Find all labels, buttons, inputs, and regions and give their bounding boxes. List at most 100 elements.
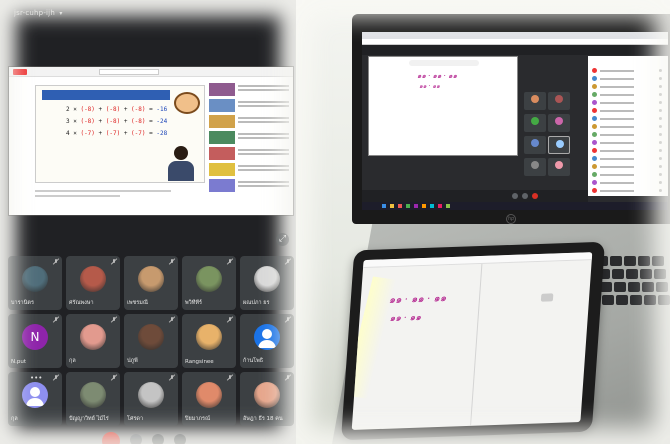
avatar-photo — [254, 382, 280, 408]
tablet: ๑๑ · ๑๑ · ๑๑ ๑๑ · ๑๑ — [340, 241, 606, 441]
video-tile — [524, 114, 546, 132]
participant-name: Rangsinee — [185, 359, 214, 365]
avatar-initial: N — [22, 324, 48, 350]
participant-tile[interactable]: ปิยมาภรณ์ — [182, 372, 236, 426]
taskbar-app-icon — [382, 204, 386, 208]
participant-tile[interactable]: N N.put — [8, 314, 62, 368]
keyboard-key — [612, 269, 624, 279]
keyboard-key — [616, 295, 628, 305]
taskbar-app-icon — [430, 204, 434, 208]
page-divider — [470, 263, 483, 426]
mic-off-icon — [227, 375, 233, 381]
participant-name: ปัญญาวิทย์ ไม้ไร่ — [69, 416, 109, 422]
browser-tab-strip — [362, 32, 668, 39]
meeting-code[interactable]: jsr-cuhp-ijh ▾ — [14, 9, 63, 17]
camera-toggle-button[interactable] — [130, 434, 142, 444]
participant-tile[interactable]: โศรดา — [124, 372, 178, 426]
participant-name: อัษฎา ธีร 18 คน — [243, 416, 283, 422]
participant-tile[interactable]: ••• กุล — [8, 372, 62, 426]
meet-header — [362, 45, 668, 55]
participant-tile[interactable]: ก้านโพธิ — [240, 314, 294, 368]
avatar-photo — [80, 266, 106, 292]
related-video — [209, 179, 289, 192]
avatar-photo — [196, 382, 222, 408]
taskbar-app-icon — [438, 204, 442, 208]
more-options-icon[interactable]: ••• — [30, 374, 42, 382]
taskbar-app-icon — [406, 204, 410, 208]
cartoon-character — [174, 92, 200, 114]
participant-name: เพชรมณี — [127, 300, 148, 306]
related-video — [209, 99, 289, 112]
people-row — [592, 156, 664, 162]
keyboard-key — [626, 269, 638, 279]
keyboard-key — [602, 295, 614, 305]
participant-name: N.put — [11, 359, 26, 365]
participant-tile[interactable]: ปัญญาวิทย์ ไม้ไร่ — [66, 372, 120, 426]
taskbar-app-icon — [446, 204, 450, 208]
related-video — [209, 131, 289, 144]
people-row — [592, 68, 664, 74]
participant-name: กุล — [69, 358, 76, 364]
presenter-figure — [168, 146, 194, 182]
people-row — [592, 100, 664, 106]
keyboard-key — [654, 269, 666, 279]
participant-tile[interactable]: กุล — [66, 314, 120, 368]
people-row — [592, 188, 664, 194]
people-row — [592, 140, 664, 146]
windows-taskbar — [362, 202, 668, 210]
participant-name: ผณปภา ยร — [243, 300, 270, 306]
whiteboard-toolbar — [409, 60, 479, 66]
taskbar-app-icon — [390, 204, 394, 208]
browser-header — [9, 67, 293, 77]
video-tile — [524, 92, 546, 110]
avatar-photo — [138, 382, 164, 408]
keyboard-key — [656, 282, 668, 292]
avatar-photo — [196, 324, 222, 350]
people-panel — [588, 56, 668, 196]
mic-off-icon — [169, 375, 175, 381]
keyboard-key — [630, 295, 642, 305]
search-box — [99, 69, 159, 75]
equation-line: 4 × (-7) + (-7) + (-7) = -28 — [66, 130, 168, 137]
youtube-logo-icon — [13, 69, 27, 75]
participant-tile[interactable]: อัษฎา ธีร 18 คน — [240, 372, 294, 426]
avatar-photo — [22, 266, 48, 292]
equation-line: 3 × (-8) + (-8) + (-8) = -24 — [66, 118, 168, 125]
keyboard-key — [638, 256, 650, 266]
participant-tile[interactable]: ศรัณพงษา — [66, 256, 120, 310]
keyboard-key — [628, 282, 640, 292]
more-options-button[interactable] — [174, 434, 186, 444]
people-row — [592, 116, 664, 122]
participant-tile[interactable]: Rangsinee — [182, 314, 236, 368]
people-row — [592, 108, 664, 114]
person-icon — [22, 382, 48, 408]
handwriting: ๑๑ · ๑๑ — [419, 83, 440, 90]
avatar-photo — [80, 382, 106, 408]
participant-name: กุล — [11, 416, 18, 422]
avatar-photo — [196, 266, 222, 292]
participant-tile[interactable]: เพชรมณี — [124, 256, 178, 310]
mic-toggle-button[interactable] — [152, 434, 164, 444]
call-controls — [92, 430, 212, 444]
participant-name: ปิยมาภรณ์ — [185, 416, 211, 422]
meeting-code-label: jsr-cuhp-ijh — [14, 9, 55, 17]
related-videos-list — [209, 83, 289, 195]
video-tile — [524, 136, 546, 154]
participant-tile[interactable]: ปภูพี — [124, 314, 178, 368]
video-caption — [35, 187, 205, 197]
fullscreen-icon[interactable]: ⤢ — [276, 233, 289, 246]
meet-control-bar — [362, 190, 588, 202]
related-video — [209, 147, 289, 160]
participant-tile[interactable]: ผณปภา ยร — [240, 256, 294, 310]
avatar-photo — [138, 266, 164, 292]
mic-off-icon — [285, 375, 291, 381]
people-row — [592, 164, 664, 170]
participant-tile[interactable]: พวิทีทีร์ — [182, 256, 236, 310]
people-row — [592, 148, 664, 154]
avatar-photo — [80, 324, 106, 350]
end-call-button[interactable] — [102, 432, 120, 444]
participant-tile[interactable]: บารานิตร — [8, 256, 62, 310]
video-heading-strip — [42, 90, 170, 100]
keyboard-key — [624, 256, 636, 266]
keyboard-key — [658, 295, 670, 305]
